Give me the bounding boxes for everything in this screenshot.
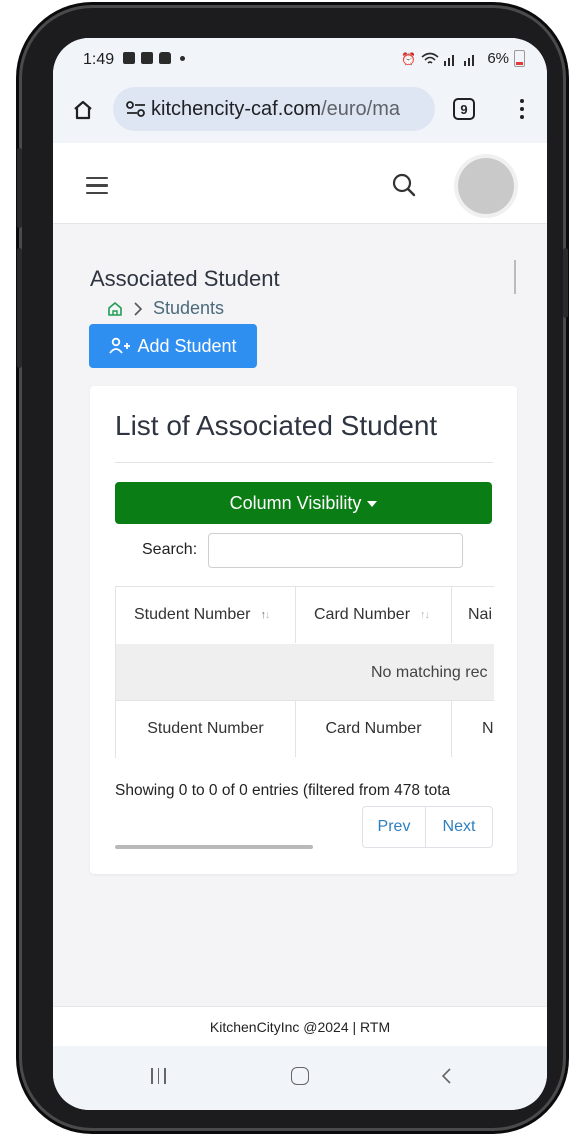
search-input[interactable] xyxy=(208,533,463,568)
footer-student-number: Student Number xyxy=(116,701,296,757)
status-bar: 1:49 ⏰ 6% xyxy=(53,38,547,78)
student-list-card: List of Associated Student Column Visibi… xyxy=(90,386,517,874)
student-number-header-label: Student Number xyxy=(134,606,251,623)
students-table: Student Number ↑↓ Card Number ↑↓ Nai No ma… xyxy=(115,586,494,758)
url-text[interactable]: kitchencity-caf.com/euro/ma xyxy=(151,98,431,121)
battery-percent: 6% xyxy=(487,50,509,67)
card-number-header-label: Card Number xyxy=(314,606,411,623)
caret-down-icon xyxy=(367,501,378,507)
browser-toolbar: kitchencity-caf.com/euro/ma 9 xyxy=(53,78,547,143)
site-settings-icon[interactable] xyxy=(125,99,147,119)
alarm-icon: ⏰ xyxy=(401,51,417,66)
title-divider xyxy=(514,260,516,294)
column-header-card-number[interactable]: Card Number ↑↓ xyxy=(296,587,452,643)
volume-button xyxy=(17,148,22,228)
prev-button[interactable]: Prev xyxy=(363,807,426,847)
search-icon[interactable] xyxy=(389,170,419,200)
card-divider xyxy=(115,462,493,463)
more-notifications-icon xyxy=(180,55,185,61)
column-header-student-number[interactable]: Student Number ↑↓ xyxy=(116,587,296,643)
recents-icon[interactable] xyxy=(151,1068,166,1084)
system-nav-bar xyxy=(53,1046,547,1110)
page-title: Associated Student xyxy=(90,266,280,291)
home-nav-icon[interactable] xyxy=(291,1067,309,1085)
table-header-row: Student Number ↑↓ Card Number ↑↓ Nai xyxy=(116,586,494,646)
app-footer: KitchenCityInc @2024 | RTM xyxy=(53,1006,547,1047)
column-visibility-label: Column Visibility xyxy=(229,492,362,513)
empty-message: No matching rec xyxy=(371,664,488,681)
chevron-right-icon xyxy=(134,301,143,316)
table-empty-row: No matching rec xyxy=(116,644,494,700)
horizontal-scrollbar[interactable] xyxy=(115,845,313,849)
home-icon xyxy=(74,100,92,120)
hamburger-menu-icon[interactable] xyxy=(86,177,108,199)
add-user-icon xyxy=(109,337,131,354)
signal-icon xyxy=(444,54,475,66)
power-button xyxy=(17,248,22,368)
browser-home-button[interactable] xyxy=(69,96,97,124)
add-student-label: Add Student xyxy=(137,335,237,356)
pagination: Prev Next xyxy=(362,806,493,848)
status-right: ⏰ 6% xyxy=(401,50,525,67)
column-visibility-button[interactable]: Column Visibility xyxy=(115,482,492,524)
card-title: List of Associated Student xyxy=(115,410,438,441)
battery-icon xyxy=(514,50,525,67)
footer-name: N xyxy=(452,701,494,757)
name-header-label: Nai xyxy=(468,606,493,623)
check-notification-icon xyxy=(141,52,153,64)
tab-switcher-button[interactable]: 9 xyxy=(453,98,475,120)
address-bar[interactable]: kitchencity-caf.com/euro/ma xyxy=(113,87,435,131)
add-student-button[interactable]: Add Student xyxy=(89,324,257,368)
sort-icon: ↑↓ xyxy=(260,609,271,621)
next-button[interactable]: Next xyxy=(426,807,492,847)
search-label: Search: xyxy=(142,541,198,558)
url-path: /euro/ma xyxy=(321,98,400,120)
app-header xyxy=(53,143,547,224)
table-footer-row: Student Number Card Number N xyxy=(116,700,494,758)
bag-notification-icon xyxy=(159,52,171,64)
footer-card-number: Card Number xyxy=(296,701,452,757)
url-host: kitchencity-caf.com xyxy=(151,98,322,120)
phone-screen: 1:49 ⏰ 6% kitchencity-caf.com/euro/ma 9 xyxy=(53,38,547,1110)
sort-icon: ↑↓ xyxy=(420,609,430,621)
breadcrumb-students-link[interactable]: Students xyxy=(153,298,224,319)
table-info: Showing 0 to 0 of 0 entries (filtered fr… xyxy=(115,782,451,799)
wifi-icon xyxy=(421,52,439,64)
breadcrumb: Students xyxy=(107,298,224,319)
browser-menu-icon[interactable] xyxy=(519,99,525,119)
column-header-name[interactable]: Nai xyxy=(452,587,494,643)
back-icon[interactable] xyxy=(437,1066,457,1086)
status-time: 1:49 xyxy=(83,51,115,68)
breadcrumb-home-icon[interactable] xyxy=(107,301,123,317)
image-notification-icon xyxy=(123,52,135,64)
side-button-right xyxy=(563,248,568,318)
notification-icons xyxy=(123,52,185,64)
avatar[interactable] xyxy=(458,158,514,214)
